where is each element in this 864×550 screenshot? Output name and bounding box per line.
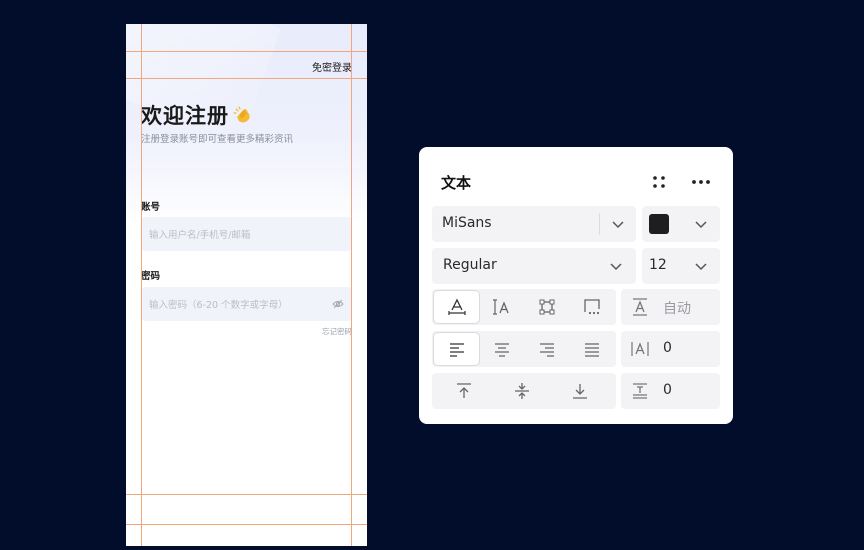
font-size-value: 12 (649, 257, 667, 273)
align-center-button[interactable] (479, 333, 524, 365)
align-justify-icon (584, 343, 599, 357)
layout-guide (126, 494, 367, 495)
vertical-align-group (432, 373, 616, 409)
page-subtitle: 注册登录账号即可查看更多精彩资讯 (141, 134, 294, 145)
horizontal-align-group (432, 331, 616, 367)
drag-handle-icon[interactable] (649, 173, 669, 191)
line-height-value: 0 (663, 382, 672, 398)
valign-middle-icon (514, 383, 529, 399)
line-height-field[interactable]: 0 (621, 373, 720, 409)
more-icon[interactable] (691, 173, 711, 191)
divider (599, 213, 600, 235)
text-auto-width-button[interactable] (434, 291, 479, 323)
line-height-icon (633, 383, 647, 399)
align-right-icon (539, 343, 554, 357)
account-label: 账号 (141, 202, 161, 213)
baseline-field[interactable]: 自动 (621, 289, 720, 325)
fill-color-select[interactable] (642, 206, 720, 242)
panel-title: 文本 (441, 174, 472, 192)
letter-spacing-value: 0 (663, 340, 672, 356)
valign-bottom-icon (572, 384, 587, 399)
password-label: 密码 (141, 271, 161, 282)
valign-top-icon (456, 383, 471, 398)
text-properties-panel: 文本 MiSans Regular 12 自动 0 0 (419, 147, 733, 424)
letter-spacing-field[interactable]: 0 (621, 331, 720, 367)
page-title: 欢迎注册 (141, 100, 253, 130)
chevron-down-icon (610, 263, 622, 271)
password-placeholder: 输入密码（6-20 个数字或字母） (149, 300, 288, 311)
skip-login-link[interactable]: 免密登录 (312, 59, 352, 74)
text-auto-height-icon (492, 299, 509, 315)
text-fixed-size-icon (539, 299, 554, 315)
text-auto-width-icon (447, 298, 466, 315)
layout-guide (126, 51, 367, 52)
auto-label: 自动 (663, 301, 691, 317)
layout-guide (126, 524, 367, 525)
baseline-icon (633, 298, 647, 316)
text-truncate-button[interactable] (569, 291, 614, 323)
text-resize-group (432, 289, 616, 325)
eye-hidden-icon[interactable] (332, 298, 344, 310)
align-left-button[interactable] (434, 333, 479, 365)
account-placeholder: 输入用户名/手机号/邮箱 (149, 230, 251, 241)
account-input[interactable]: 输入用户名/手机号/邮箱 (141, 217, 352, 251)
align-justify-button[interactable] (569, 333, 614, 365)
text-auto-height-button[interactable] (479, 291, 524, 323)
valign-middle-button[interactable] (499, 375, 544, 407)
phone-mockup: 免密登录 欢迎注册 注册登录账号即可查看更多精彩资讯 账号 输入用户名/手机号/… (126, 24, 367, 546)
clapping-hands-icon (233, 106, 250, 123)
page-title-text: 欢迎注册 (141, 104, 229, 128)
layout-guide (351, 24, 352, 546)
valign-bottom-button[interactable] (557, 375, 602, 407)
password-input[interactable]: 输入密码（6-20 个数字或字母） (141, 287, 352, 321)
font-family-value: MiSans (442, 215, 492, 231)
color-swatch (649, 214, 669, 234)
layout-guide (126, 78, 367, 79)
chevron-down-icon (695, 263, 707, 271)
text-fixed-size-button[interactable] (524, 291, 569, 323)
forgot-password-link[interactable]: 忘记密码 (322, 326, 352, 337)
letter-spacing-icon (631, 342, 649, 356)
align-left-icon (449, 343, 464, 357)
chevron-down-icon (695, 221, 707, 229)
layout-guide (141, 24, 142, 546)
font-size-select[interactable]: 12 (642, 248, 720, 284)
chevron-down-icon (612, 221, 624, 229)
valign-top-button[interactable] (441, 375, 486, 407)
text-truncate-icon (583, 299, 600, 315)
font-weight-value: Regular (443, 257, 497, 273)
font-family-select[interactable]: MiSans (432, 206, 636, 242)
align-center-icon (494, 343, 509, 357)
font-weight-select[interactable]: Regular (432, 248, 636, 284)
align-right-button[interactable] (524, 333, 569, 365)
